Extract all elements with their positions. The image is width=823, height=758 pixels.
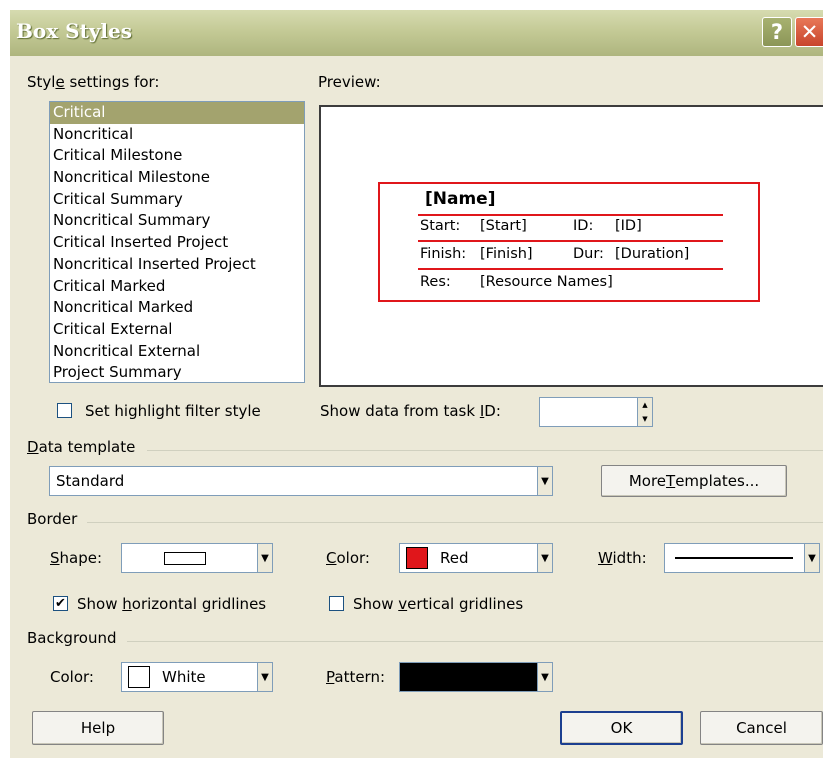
- rectangle-shape-icon: [164, 552, 206, 565]
- border-group-label: Border: [27, 510, 78, 528]
- chevron-down-icon[interactable]: ▼: [537, 544, 552, 572]
- task-id-spinner[interactable]: ▲ ▼: [539, 397, 653, 427]
- preview-gridline: [418, 268, 723, 270]
- pattern-select[interactable]: ▼: [399, 662, 553, 692]
- red-swatch-icon: [406, 547, 428, 569]
- preview-finish-value: [Finish]: [480, 246, 533, 262]
- background-color-label: Color:: [50, 668, 94, 686]
- box-styles-dialog: Box Styles ? ✕ Style settings for: Criti…: [10, 10, 823, 758]
- chevron-down-icon[interactable]: ▼: [257, 663, 272, 691]
- preview-name: [Name]: [425, 189, 496, 209]
- pattern-label: Pattern:: [326, 668, 386, 686]
- data-template-group-label: Data template: [27, 438, 136, 456]
- group-divider: [147, 450, 823, 451]
- list-item[interactable]: Noncritical: [50, 124, 304, 146]
- title-bar[interactable]: Box Styles ? ✕: [10, 10, 823, 56]
- group-divider: [127, 641, 823, 642]
- preview-box: [Name] Start: [Start] ID: [ID] Finish: […: [378, 182, 760, 302]
- list-item[interactable]: Critical Milestone: [50, 145, 304, 167]
- preview-id-label: ID:: [573, 218, 594, 234]
- list-item[interactable]: Critical: [50, 102, 304, 124]
- preview-res-value: [Resource Names]: [480, 274, 613, 290]
- close-icon[interactable]: ✕: [795, 17, 823, 47]
- list-item[interactable]: Noncritical Milestone: [50, 167, 304, 189]
- width-select[interactable]: ▼: [664, 543, 820, 573]
- list-item[interactable]: Critical External: [50, 319, 304, 341]
- preview-dur-value: [Duration]: [615, 246, 690, 262]
- data-template-value: Standard: [56, 472, 125, 490]
- vertical-gridlines-checkbox[interactable]: [329, 596, 344, 611]
- list-item[interactable]: Project Summary: [50, 362, 304, 382]
- preview-label: Preview:: [318, 73, 381, 91]
- list-item[interactable]: Noncritical Inserted Project: [50, 254, 304, 276]
- horizontal-gridlines-label: Show horizontal gridlines: [77, 595, 267, 613]
- preview-finish-label: Finish:: [420, 246, 467, 262]
- chevron-down-icon[interactable]: ▼: [537, 467, 552, 495]
- more-templates-button[interactable]: More Templates...: [601, 465, 787, 497]
- list-item[interactable]: Noncritical Summary: [50, 210, 304, 232]
- list-item[interactable]: Critical Marked: [50, 276, 304, 298]
- chevron-down-icon[interactable]: ▼: [804, 544, 819, 572]
- chevron-down-icon[interactable]: ▼: [257, 544, 272, 572]
- shape-label: Shape:: [50, 549, 103, 567]
- highlight-filter-label: Set highlight filter style: [85, 402, 261, 420]
- width-label: Width:: [598, 549, 647, 567]
- preview-pane: [Name] Start: [Start] ID: [ID] Finish: […: [319, 105, 823, 387]
- group-divider: [87, 522, 823, 523]
- border-color-value: Red: [440, 549, 469, 567]
- preview-id-value: [ID]: [615, 218, 642, 234]
- background-group-label: Background: [27, 629, 117, 647]
- preview-start-value: [Start]: [480, 218, 527, 234]
- list-item[interactable]: Noncritical Marked: [50, 297, 304, 319]
- help-icon[interactable]: ?: [762, 17, 792, 47]
- help-button[interactable]: Help: [32, 711, 164, 745]
- spin-up-icon[interactable]: ▲: [637, 398, 652, 412]
- preview-res-label: Res:: [420, 274, 451, 290]
- preview-gridline: [418, 214, 723, 216]
- line-width-icon: [675, 557, 793, 559]
- style-settings-list[interactable]: Critical Noncritical Critical Milestone …: [49, 101, 305, 383]
- chevron-down-icon[interactable]: ▼: [537, 663, 552, 691]
- task-id-label: Show data from task ID:: [320, 402, 501, 420]
- vertical-gridlines-label: Show vertical gridlines: [353, 595, 524, 613]
- background-color-value: White: [162, 668, 206, 686]
- horizontal-gridlines-checkbox[interactable]: ✔: [53, 596, 68, 611]
- shape-select[interactable]: ▼: [121, 543, 273, 573]
- spin-down-icon[interactable]: ▼: [637, 412, 652, 426]
- list-item[interactable]: Noncritical External: [50, 341, 304, 363]
- style-settings-label: Style settings for:: [27, 73, 160, 91]
- preview-dur-label: Dur:: [573, 246, 604, 262]
- data-template-select[interactable]: Standard ▼: [49, 466, 553, 496]
- window-title: Box Styles: [16, 19, 133, 43]
- ok-button[interactable]: OK: [560, 711, 683, 745]
- border-color-label: Color:: [326, 549, 370, 567]
- list-item[interactable]: Critical Summary: [50, 189, 304, 211]
- background-color-select[interactable]: White ▼: [121, 662, 273, 692]
- white-swatch-icon: [128, 666, 150, 688]
- preview-start-label: Start:: [420, 218, 461, 234]
- highlight-filter-checkbox[interactable]: [57, 403, 72, 418]
- preview-gridline: [418, 240, 723, 242]
- cancel-button[interactable]: Cancel: [700, 711, 823, 745]
- list-item[interactable]: Critical Inserted Project: [50, 232, 304, 254]
- border-color-select[interactable]: Red ▼: [399, 543, 553, 573]
